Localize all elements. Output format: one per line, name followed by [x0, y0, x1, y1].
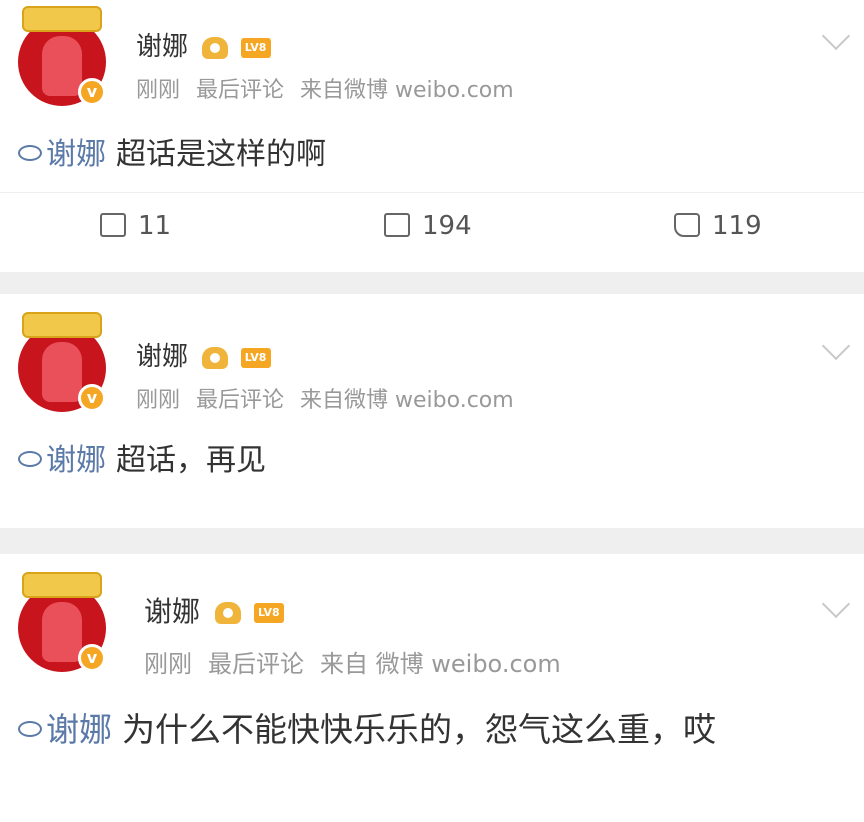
- forward-button[interactable]: 11: [100, 211, 171, 241]
- comment-button[interactable]: 194: [384, 211, 472, 241]
- avatar[interactable]: v: [18, 6, 106, 106]
- level-badge: LV8: [240, 37, 271, 58]
- post-actions: 11 194 119: [0, 192, 864, 263]
- post-content: 谢娜 为什么不能快快乐乐的，怨气这么重，哎: [18, 704, 818, 756]
- avatar-figure: [42, 36, 82, 96]
- post-content: 谢娜 超话是这样的啊: [18, 134, 326, 176]
- avatar-figure: [42, 342, 82, 402]
- verified-v-icon: v: [78, 78, 106, 106]
- avatar[interactable]: v: [18, 312, 106, 412]
- supertopic-diamond-icon: [18, 144, 42, 161]
- comment-icon: [384, 212, 410, 237]
- post-time: 刚刚: [136, 388, 181, 413]
- supertopic-link[interactable]: 谢娜: [18, 137, 106, 172]
- avatar-figure: [42, 602, 82, 662]
- username[interactable]: 谢娜: [136, 342, 188, 372]
- avatar[interactable]: v: [18, 572, 106, 672]
- post-time: 刚刚: [144, 650, 192, 678]
- thumbs-up-icon: [674, 212, 700, 237]
- chevron-down-icon[interactable]: [821, 331, 851, 361]
- separator: [0, 528, 864, 554]
- username[interactable]: 谢娜: [144, 595, 200, 628]
- post-meta: 刚刚 最后评论 来自 微博 weibo.com: [144, 644, 577, 679]
- post-card[interactable]: v 谢娜 LV8 刚刚 最后评论 来自微博 weibo.com 谢娜 超话，再见: [0, 294, 864, 528]
- post-content: 谢娜 超话，再见: [18, 440, 266, 482]
- sort-label: 最后评论: [196, 78, 285, 103]
- sort-label: 最后评论: [208, 650, 304, 678]
- avatar-crown-decoration: [22, 6, 102, 32]
- sort-label: 最后评论: [196, 388, 285, 413]
- crown-member-icon: [214, 602, 241, 624]
- supertopic-diamond-icon: [18, 450, 42, 467]
- post-time: 刚刚: [136, 78, 181, 103]
- supertopic-link[interactable]: 谢娜: [18, 443, 106, 478]
- level-badge: LV8: [240, 347, 271, 368]
- post-meta: 刚刚 最后评论 来自微博 weibo.com: [136, 72, 530, 104]
- username-row: 谢娜 LV8: [136, 336, 271, 373]
- username[interactable]: 谢娜: [136, 32, 188, 62]
- post-meta: 刚刚 最后评论 来自微博 weibo.com: [136, 382, 530, 414]
- post-text: 为什么不能快快乐乐的，怨气这么重，哎: [122, 710, 716, 749]
- supertopic-diamond-icon: [18, 720, 42, 737]
- post-card[interactable]: v 谢娜 LV8 刚刚 最后评论 来自微博 weibo.com 谢娜 超话是这样的啊 …: [0, 0, 864, 272]
- post-card[interactable]: v 谢娜 LV8 刚刚 最后评论 来自 微博 weibo.com 谢娜 为什么不能快快…: [0, 554, 864, 822]
- level-badge: LV8: [253, 603, 284, 623]
- avatar-crown-decoration: [22, 572, 102, 598]
- post-source: 来自 微博 weibo.com: [320, 650, 561, 678]
- separator: [0, 272, 864, 294]
- chevron-down-icon[interactable]: [821, 589, 851, 619]
- username-row: 谢娜 LV8: [144, 590, 284, 630]
- username-row: 谢娜 LV8: [136, 26, 271, 63]
- post-source: 来自微博 weibo.com: [300, 388, 514, 413]
- chevron-down-icon[interactable]: [821, 21, 851, 51]
- verified-v-icon: v: [78, 384, 106, 412]
- post-text: 超话是这样的啊: [116, 137, 326, 172]
- like-button[interactable]: 119: [674, 211, 762, 241]
- supertopic-link[interactable]: 谢娜: [18, 710, 112, 749]
- crown-member-icon: [202, 346, 229, 369]
- avatar-crown-decoration: [22, 312, 102, 338]
- forward-icon: [100, 212, 126, 237]
- post-source: 来自微博 weibo.com: [300, 78, 514, 103]
- post-text: 超话，再见: [116, 443, 266, 478]
- verified-v-icon: v: [78, 644, 106, 672]
- crown-member-icon: [202, 36, 229, 59]
